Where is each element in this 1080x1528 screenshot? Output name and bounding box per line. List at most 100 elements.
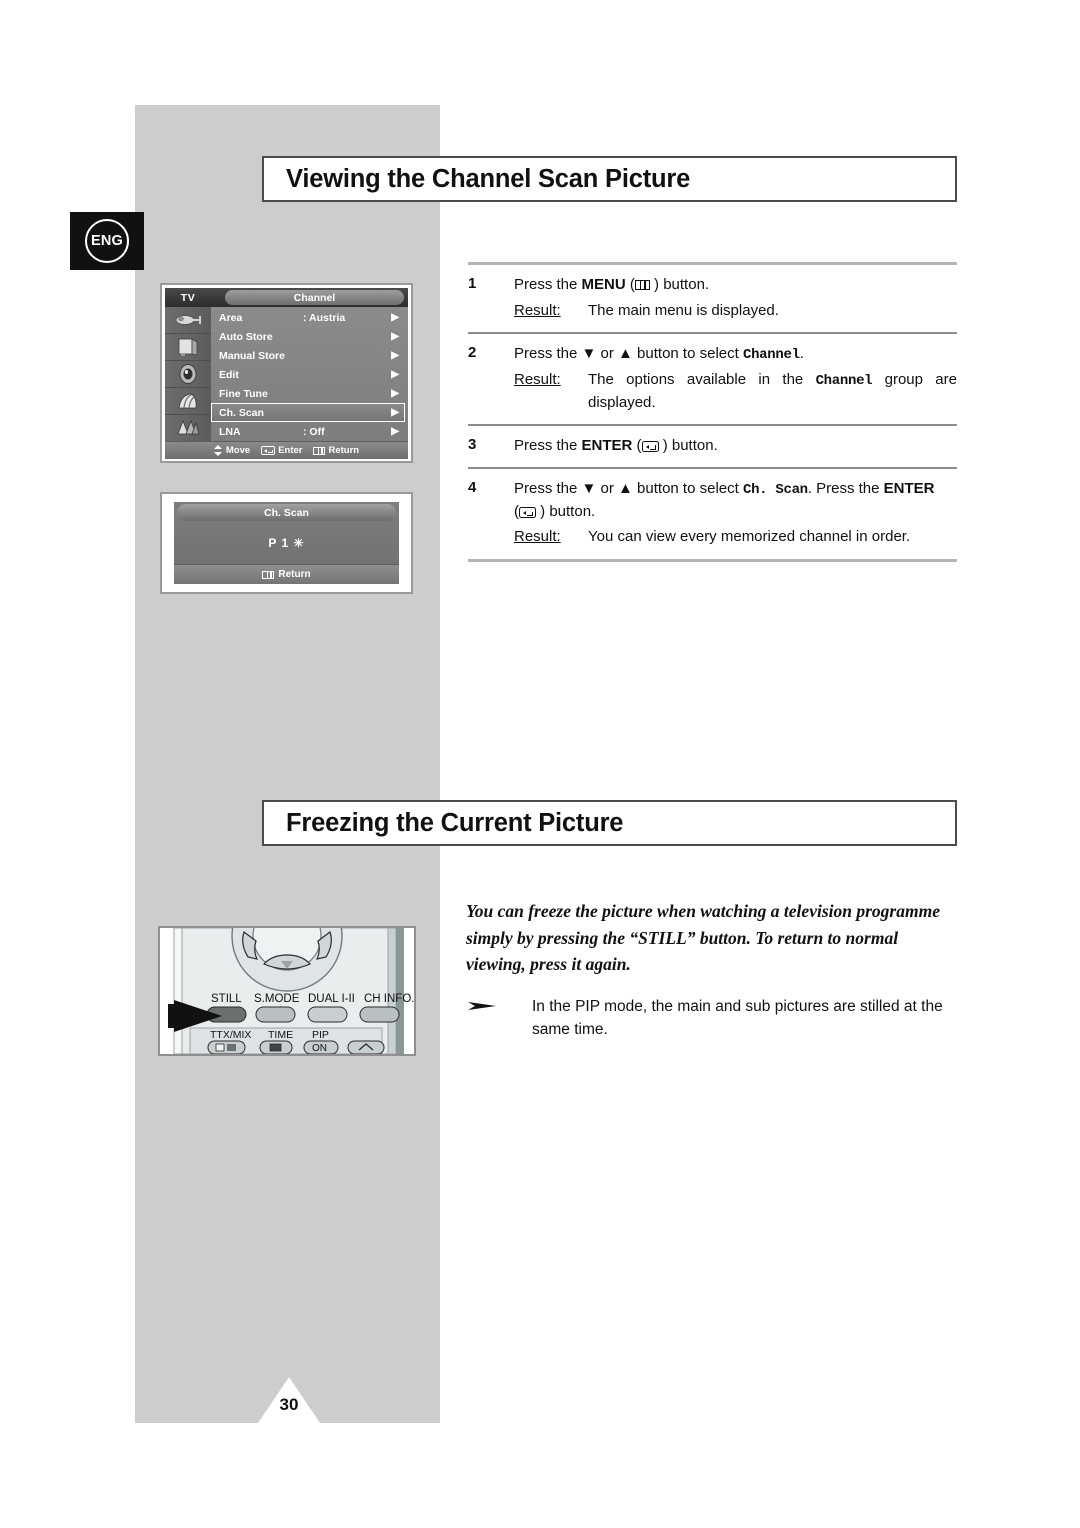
chevron-right-icon: ▶ bbox=[391, 387, 399, 399]
chevron-right-icon: ▶ bbox=[391, 312, 399, 324]
step-3-number: 3 bbox=[468, 435, 477, 453]
language-badge: ENG bbox=[70, 212, 144, 270]
step-1-result-text: The main menu is displayed. bbox=[588, 301, 779, 319]
step-4-number: 4 bbox=[468, 478, 477, 496]
osd-row-ch-scan-label: Ch. Scan bbox=[219, 406, 264, 419]
sound-icon bbox=[165, 361, 211, 388]
osd-row-manual-store-label: Manual Store bbox=[219, 350, 285, 363]
step-4-keyword: ENTER bbox=[883, 479, 935, 497]
osd-row-ch-scan[interactable]: Ch. Scan ▶ bbox=[211, 403, 405, 423]
menu-icon bbox=[313, 446, 326, 455]
osd-row-manual-store[interactable]: Manual Store ▶ bbox=[211, 347, 405, 366]
osd-row-lna-label: LNA bbox=[219, 425, 241, 438]
osd-titlebar: TV Channel bbox=[165, 288, 408, 307]
step-3-text-before: Press the bbox=[514, 436, 582, 454]
step-4-text-before: Press the ▼ or ▲ button to select bbox=[514, 479, 743, 497]
enter-icon bbox=[519, 506, 536, 518]
step-3: 3 Press the ENTER ( ) button. bbox=[468, 426, 957, 468]
remote-control-illustration: STILL S.MODE DUAL I-II CH INFO. TTX/MIX … bbox=[158, 926, 416, 1056]
osd-source-label: TV bbox=[180, 291, 196, 304]
osd-footer-move: Move bbox=[213, 445, 251, 456]
svg-text:CH INFO.: CH INFO. bbox=[364, 993, 414, 1005]
osd-icon-column bbox=[165, 307, 211, 441]
osd-ch-scan-title: Ch. Scan bbox=[177, 504, 396, 521]
step-4: 4 Press the ▼ or ▲ button to select Ch. … bbox=[468, 469, 957, 559]
osd-row-lna[interactable]: LNA : Off ▶ bbox=[211, 422, 405, 441]
osd-footer-enter: Enter bbox=[261, 445, 302, 456]
step-1-body: Press the MENU ( ) button. Result: The m… bbox=[514, 274, 957, 322]
osd-row-lna-value: : Off bbox=[303, 425, 325, 438]
osd-footer: Move Enter Return bbox=[165, 441, 408, 459]
osd-ch-scan-screenshot: Ch. Scan P 1 ✳ Return bbox=[160, 492, 413, 594]
step-2-text-before: Press the ▼ or ▲ button to select bbox=[514, 344, 743, 362]
osd-channel-menu-screenshot: TV Channel Area: Austria ▶ Auto Store ▶… bbox=[160, 283, 413, 463]
osd-ch-scan-footer: Return bbox=[174, 564, 399, 584]
step-1-result-label: Result: bbox=[514, 301, 561, 319]
picture-icon bbox=[165, 334, 211, 361]
osd-row-edit[interactable]: Edit ▶ bbox=[211, 366, 405, 385]
step-3-body: Press the ENTER ( ) button. bbox=[514, 435, 957, 458]
chevron-right-icon: ▶ bbox=[391, 425, 399, 437]
svg-text:ON: ON bbox=[312, 1043, 327, 1054]
step-4-result-label: Result: bbox=[514, 528, 561, 546]
step-3-instruction: Press the ENTER ( ) button. bbox=[514, 436, 718, 454]
osd-row-auto-store-label: Auto Store bbox=[219, 331, 273, 344]
section-heading-freezing-text: Freezing the Current Picture bbox=[286, 808, 624, 837]
step-3-keyword: ENTER bbox=[581, 436, 633, 454]
osd-menu-rows: Area : Austria ▶ Auto Store ▶ Manual Sto… bbox=[211, 307, 408, 441]
divider bbox=[468, 558, 957, 562]
step-1-result: Result: The main menu is displayed. bbox=[514, 300, 957, 323]
svg-text:TTX/MIX: TTX/MIX bbox=[210, 1029, 251, 1041]
arrow-bullet-icon bbox=[466, 996, 532, 1042]
chevron-right-icon: ▶ bbox=[391, 331, 399, 343]
menu-icon bbox=[634, 280, 650, 290]
menu-icon bbox=[262, 570, 275, 579]
svg-text:S.MODE: S.MODE bbox=[254, 993, 300, 1005]
language-badge-label: ENG bbox=[85, 219, 129, 263]
osd-row-area-value: : Austria bbox=[303, 312, 346, 325]
osd-menu-title: Channel bbox=[225, 290, 404, 305]
step-4-text-mid: . Press the bbox=[807, 479, 884, 497]
instruction-steps: 1 Press the MENU ( ) button. Result: The… bbox=[468, 262, 957, 562]
step-4-instruction: Press the ▼ or ▲ button to select Ch. Sc… bbox=[514, 479, 935, 520]
step-1: 1 Press the MENU ( ) button. Result: The… bbox=[468, 265, 957, 332]
setup-icon bbox=[165, 415, 211, 441]
svg-text:PIP: PIP bbox=[312, 1029, 329, 1041]
step-2-result-keyword: Channel bbox=[815, 372, 873, 389]
section-heading-channel-scan: Viewing the Channel Scan Picture bbox=[262, 156, 957, 202]
step-4-body: Press the ▼ or ▲ button to select Ch. Sc… bbox=[514, 478, 957, 549]
svg-text:TIME: TIME bbox=[268, 1029, 293, 1041]
osd-ch-scan-return-label: Return bbox=[278, 569, 311, 580]
step-1-text-after: ) button. bbox=[649, 276, 710, 293]
enter-icon bbox=[641, 440, 659, 452]
step-1-number: 1 bbox=[468, 275, 477, 292]
step-2: 2 Press the ▼ or ▲ button to select Chan… bbox=[468, 334, 957, 425]
step-1-text-before: Press the bbox=[514, 276, 582, 293]
step-4-text-after: ) button. bbox=[536, 502, 596, 520]
osd-footer-move-label: Move bbox=[225, 445, 251, 456]
chevron-right-icon: ▶ bbox=[391, 350, 399, 362]
up-down-arrow-icon bbox=[213, 445, 223, 456]
step-2-result-text-a: The options available in the bbox=[588, 370, 816, 388]
osd-row-fine-tune-label: Fine Tune bbox=[219, 387, 268, 400]
step-2-text-after: . bbox=[799, 344, 804, 362]
osd-ch-scan-channel: P 1 ✳ bbox=[268, 535, 305, 550]
step-1-keyword: MENU bbox=[581, 276, 626, 293]
freezing-bullet-text: In the PIP mode, the main and sub pictur… bbox=[532, 998, 943, 1038]
step-4-result: Result: You can view every memorized cha… bbox=[514, 526, 957, 549]
osd-ch-scan-inner: Ch. Scan P 1 ✳ Return bbox=[174, 502, 399, 584]
osd-row-fine-tune[interactable]: Fine Tune ▶ bbox=[211, 384, 405, 403]
chevron-right-icon: ▶ bbox=[391, 369, 399, 380]
osd-footer-enter-label: Enter bbox=[278, 445, 303, 456]
page-number: 30 bbox=[279, 1395, 299, 1414]
osd-row-area[interactable]: Area : Austria ▶ bbox=[211, 309, 405, 328]
section-heading-channel-scan-text: Viewing the Channel Scan Picture bbox=[286, 164, 691, 193]
step-3-text-after: ) button. bbox=[658, 436, 718, 454]
svg-text:DUAL I-II: DUAL I-II bbox=[308, 993, 355, 1005]
step-4-keyword-mono: Ch. Scan bbox=[742, 481, 808, 498]
freezing-bullet: In the PIP mode, the main and sub pictur… bbox=[466, 996, 958, 1042]
chevron-right-icon: ▶ bbox=[391, 406, 399, 418]
step-2-number: 2 bbox=[468, 343, 477, 361]
step-2-result-label: Result: bbox=[514, 370, 561, 388]
osd-row-auto-store[interactable]: Auto Store ▶ bbox=[211, 328, 405, 347]
